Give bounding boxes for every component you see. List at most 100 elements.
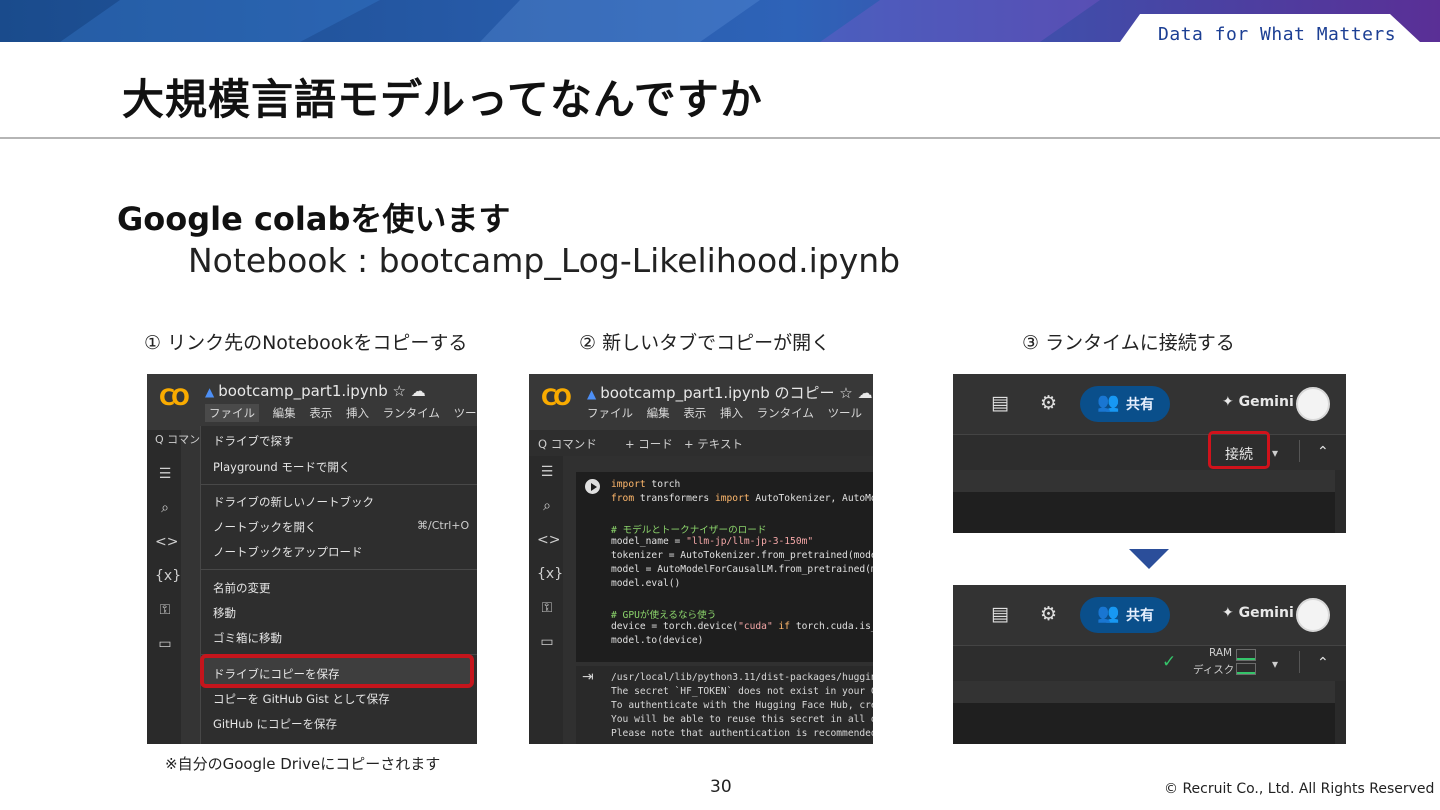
highlight-save-copy — [200, 654, 474, 688]
colab-sidebar: ☰ ⌕ <> {x} ⚿ ▭ — [529, 456, 563, 744]
gemini-button[interactable]: ✦ Gemini — [1222, 394, 1294, 410]
people-icon: 👥 — [1097, 603, 1120, 624]
menu-item-open-notebook[interactable]: ノートブックを開く ⌘/Ctrl+O — [213, 519, 469, 535]
screenshot-copied-notebook: CO ▲ bootcamp_part1.ipynb のコピー ☆ ☁ ファイル 編… — [529, 374, 873, 744]
menu-insert[interactable]: 挿入 — [720, 406, 743, 420]
code-line: model = AutoModelForCausalLM.from_pretra… — [611, 564, 873, 575]
notebook-filename[interactable]: ▲ bootcamp_part1.ipynb ☆ ☁ — [205, 382, 426, 400]
screenshot-after-connect: ▤ ⚙ 👥 共有 ✦ Gemini ✓ RAM ディスク ▾ ⌃ — [953, 585, 1346, 744]
disk-meter[interactable] — [1236, 663, 1256, 675]
code-line: model.to(device) — [611, 635, 704, 646]
menu-item-upload-notebook[interactable]: ノートブックをアップロード — [213, 544, 363, 560]
menu-divider — [201, 569, 477, 570]
menu-divider — [201, 484, 477, 485]
screenshot-file-menu: CO ▲ bootcamp_part1.ipynb ☆ ☁ ファイル 編集 表示 … — [147, 374, 477, 744]
share-button[interactable]: 👥 共有 — [1080, 597, 1170, 633]
caret-down-icon[interactable]: ▾ — [1272, 657, 1278, 671]
runtime-row — [953, 434, 1346, 470]
colab-top-bar: ▤ ⚙ 👥 共有 ✦ Gemini — [953, 585, 1346, 645]
code-line: tokenizer = AutoTokenizer.from_pretraine… — [611, 550, 873, 561]
screenshot-before-connect: ▤ ⚙ 👥 共有 ✦ Gemini 接続 ▾ ⌃ — [953, 374, 1346, 533]
run-cell-icon[interactable] — [585, 479, 600, 494]
code-snippet-icon[interactable]: <> — [155, 534, 178, 550]
ram-meter[interactable] — [1236, 649, 1256, 661]
divider — [1299, 651, 1300, 673]
chevron-up-icon[interactable]: ⌃ — [1317, 655, 1329, 671]
variables-icon[interactable]: {x} — [537, 566, 563, 582]
variables-icon[interactable]: {x} — [155, 568, 181, 584]
menu-item-trash[interactable]: ゴミ箱に移動 — [213, 630, 282, 646]
menu-file[interactable]: ファイル — [205, 404, 259, 422]
secrets-key-icon[interactable]: ⚿ — [155, 602, 175, 618]
secrets-key-icon[interactable]: ⚿ — [537, 600, 557, 616]
menu-view[interactable]: 表示 — [683, 406, 706, 420]
colab-header: CO ▲ bootcamp_part1.ipynb ☆ ☁ ファイル 編集 表示 … — [147, 374, 477, 430]
find-icon[interactable]: ⌕ — [537, 498, 557, 514]
menu-insert[interactable]: 挿入 — [346, 406, 369, 420]
colab-top-bar: ▤ ⚙ 👥 共有 ✦ Gemini — [953, 374, 1346, 434]
divider — [1299, 440, 1300, 462]
output-line: /usr/local/lib/python3.11/dist-packages/… — [611, 672, 873, 683]
find-icon[interactable]: ⌕ — [155, 500, 175, 516]
menu-item-save-gist[interactable]: コピーを GitHub Gist として保存 — [213, 691, 390, 707]
output-line: You will be able to reuse this secret in… — [611, 714, 873, 725]
menu-item-save-github[interactable]: GitHub にコピーを保存 — [213, 716, 337, 732]
notebook-filename[interactable]: ▲ bootcamp_part1.ipynb のコピー ☆ ☁ — [587, 382, 873, 403]
menu-item-move[interactable]: 移動 — [213, 605, 236, 621]
drive-icon: ▲ — [205, 385, 215, 399]
toc-icon[interactable]: ☰ — [155, 466, 175, 482]
menu-edit[interactable]: 編集 — [647, 406, 670, 420]
chevron-up-icon[interactable]: ⌃ — [1317, 444, 1329, 460]
menu-item-find-in-drive[interactable]: ドライブで探す — [213, 433, 294, 449]
tagline: Data for What Matters — [1158, 24, 1397, 45]
sparkle-icon: ✦ — [1222, 605, 1234, 621]
code-line: device = torch.device("cuda" if torch.cu… — [611, 621, 873, 632]
output-toggle-icon[interactable]: ⇥ — [582, 669, 594, 685]
menu-tools[interactable]: ツール — [454, 406, 477, 420]
runtime-row — [953, 645, 1346, 681]
avatar[interactable] — [1296, 598, 1330, 632]
ram-label: RAM — [1209, 647, 1233, 659]
menu-view[interactable]: 表示 — [309, 406, 332, 420]
command-search-fragment[interactable]: Q コマン — [155, 431, 200, 447]
folder-icon[interactable]: ▭ — [537, 634, 557, 650]
folder-icon[interactable]: ▭ — [155, 636, 175, 652]
caret-down-icon[interactable]: ▾ — [1272, 446, 1278, 460]
code-line: model.eval() — [611, 578, 681, 589]
cell-area — [953, 492, 1335, 533]
menu-edit[interactable]: 編集 — [273, 406, 296, 420]
colab-sidebar: ☰ ⌕ <> {x} ⚿ ▭ — [147, 430, 181, 744]
settings-gear-icon[interactable]: ⚙ — [1040, 603, 1057, 625]
star-icon[interactable]: ☆ — [839, 384, 852, 402]
toc-icon[interactable]: ☰ — [537, 464, 557, 480]
disk-label: ディスク — [1193, 664, 1235, 676]
settings-gear-icon[interactable]: ⚙ — [1040, 392, 1057, 414]
code-snippet-icon[interactable]: <> — [537, 532, 560, 548]
scrollbar[interactable] — [1335, 470, 1346, 533]
scrollbar[interactable] — [1335, 681, 1346, 744]
add-text-button[interactable]: + テキスト — [684, 436, 743, 452]
menu-item-playground[interactable]: Playground モードで開く — [213, 459, 350, 475]
star-icon[interactable]: ☆ — [393, 382, 406, 400]
comment-icon[interactable]: ▤ — [991, 392, 1009, 414]
people-icon: 👥 — [1097, 392, 1120, 413]
drive-icon: ▲ — [587, 387, 597, 401]
code-line: import torch — [611, 479, 681, 490]
code-line: from transformers import AutoTokenizer, … — [611, 493, 873, 504]
gemini-button[interactable]: ✦ Gemini — [1222, 605, 1294, 621]
avatar[interactable] — [1296, 387, 1330, 421]
menu-file[interactable]: ファイル — [587, 406, 633, 420]
share-button[interactable]: 👥 共有 — [1080, 386, 1170, 422]
menu-tools[interactable]: ツール — [828, 406, 863, 420]
comment-icon[interactable]: ▤ — [991, 603, 1009, 625]
command-search[interactable]: Q コマンド — [538, 436, 597, 452]
cell-toolbar: Q コマンド + コード + テキスト — [529, 430, 873, 456]
highlight-connect — [1208, 431, 1270, 469]
add-code-button[interactable]: + コード — [625, 436, 673, 452]
menu-item-new-notebook[interactable]: ドライブの新しいノートブック — [213, 494, 374, 510]
menu-item-rename[interactable]: 名前の変更 — [213, 580, 271, 596]
step-2-caption: ② 新しいタブでコピーが開く — [579, 332, 831, 354]
menu-runtime[interactable]: ランタイム — [757, 406, 814, 420]
menu-runtime[interactable]: ランタイム — [383, 406, 440, 420]
slide-title: 大規模言語モデルってなんですか — [122, 75, 763, 124]
